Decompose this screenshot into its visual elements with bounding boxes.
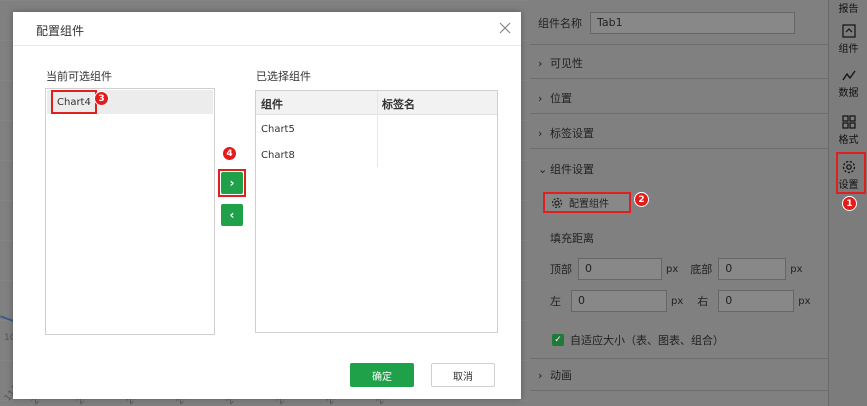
section-animation-label: 动画 <box>550 369 572 382</box>
bottom-label: 底部 <box>690 263 713 276</box>
nav-component[interactable]: 组件 <box>829 24 867 55</box>
autofit-checkbox[interactable]: ✓ <box>552 334 564 346</box>
component-name-label: 组件名称 <box>538 17 582 30</box>
available-list: Chart4 <box>45 88 215 335</box>
nav-data[interactable]: 数据 <box>829 70 867 99</box>
chevron-right-icon: › <box>538 369 543 382</box>
section-tab-settings[interactable]: › 标签设置 <box>538 125 594 141</box>
px-unit: px <box>790 263 803 275</box>
nav-report-label: 报告 <box>838 4 859 15</box>
nav-style[interactable]: 格式 <box>829 115 867 146</box>
gear-icon <box>551 197 563 208</box>
left-input[interactable]: 0 <box>571 290 667 312</box>
left-label: 左 <box>550 295 561 308</box>
config-component-button[interactable]: 配置组件 <box>543 192 631 213</box>
nav-data-label: 数据 <box>838 88 859 99</box>
section-visibility[interactable]: › 可见性 <box>538 55 583 71</box>
section-tab-settings-label: 标签设置 <box>550 127 594 140</box>
nav-style-label: 格式 <box>838 135 859 146</box>
divider <box>530 78 828 79</box>
divider <box>530 358 828 359</box>
component-name-row: 组件名称 Tab1 <box>538 12 795 34</box>
section-animation[interactable]: › 动画 <box>538 367 572 383</box>
padding-title: 填充距离 <box>550 232 594 245</box>
autofit-row[interactable]: ✓ 自适应大小（表、图表、组合） <box>552 332 724 348</box>
dialog-header: 配置组件 <box>13 12 521 46</box>
settings-highlight-box <box>836 152 866 194</box>
chevron-down-icon: ⌄ <box>538 163 548 176</box>
column-divider <box>377 91 378 167</box>
table-row[interactable]: Chart5 <box>261 124 295 135</box>
ok-button[interactable]: 确定 <box>350 363 414 387</box>
callout-3: 3 <box>94 91 109 106</box>
chevron-right-icon: › <box>538 57 543 70</box>
autofit-label: 自适应大小（表、图表、组合） <box>570 334 724 347</box>
top-input[interactable]: 0 <box>578 258 662 280</box>
bottom-input[interactable]: 0 <box>718 258 787 280</box>
callout-2: 2 <box>634 192 649 207</box>
px-unit: px <box>671 295 684 307</box>
section-position-label: 位置 <box>550 92 572 105</box>
move-left-button[interactable]: ‹ <box>221 204 243 226</box>
callout-4: 4 <box>222 146 237 161</box>
divider <box>530 113 828 114</box>
section-component-settings-label: 组件设置 <box>550 163 594 176</box>
grid-icon <box>841 115 856 129</box>
right-label: 右 <box>697 295 709 308</box>
divider <box>530 148 828 149</box>
right-input[interactable]: 0 <box>718 290 795 312</box>
cancel-button[interactable]: 取消 <box>431 363 495 387</box>
config-component-dialog: 配置组件 当前可选组件 Chart4 已选择组件 组件 标签名 Chart5 C… <box>13 12 521 399</box>
chevron-right-icon: › <box>538 92 543 105</box>
nav-report[interactable]: 报告 <box>829 0 867 15</box>
px-unit: px <box>666 263 679 275</box>
px-unit: px <box>798 295 811 307</box>
table-row[interactable]: Chart8 <box>261 150 295 161</box>
divider <box>530 44 828 45</box>
available-label: 当前可选组件 <box>46 70 112 83</box>
section-position[interactable]: › 位置 <box>538 90 572 106</box>
section-visibility-label: 可见性 <box>550 57 583 70</box>
padding-top-bottom-row: 顶部 0 px 底部 0 px <box>550 258 803 280</box>
selected-table: 组件 标签名 Chart5 Chart8 <box>255 90 498 333</box>
component-icon <box>841 24 856 38</box>
config-component-label: 配置组件 <box>569 199 609 210</box>
nav-component-label: 组件 <box>838 44 859 55</box>
padding-left-right-row: 左 0 px 右 0 px <box>550 290 811 312</box>
data-icon <box>841 70 856 81</box>
chevron-right-icon: › <box>538 127 543 140</box>
section-component-settings[interactable]: ⌄ 组件设置 <box>538 161 594 177</box>
divider <box>530 390 828 391</box>
move-right-button[interactable]: › <box>221 172 243 194</box>
top-label: 顶部 <box>550 263 572 276</box>
dialog-title: 配置组件 <box>36 24 85 38</box>
list-item[interactable]: Chart4 <box>47 90 213 114</box>
close-icon[interactable] <box>499 22 511 34</box>
available-item-chart4[interactable]: Chart4 <box>51 90 97 114</box>
selected-label: 已选择组件 <box>256 70 311 83</box>
callout-1: 1 <box>842 196 857 211</box>
column-header-tab: 标签名 <box>382 98 415 111</box>
component-name-input[interactable]: Tab1 <box>590 12 795 34</box>
column-header-component: 组件 <box>261 98 283 111</box>
